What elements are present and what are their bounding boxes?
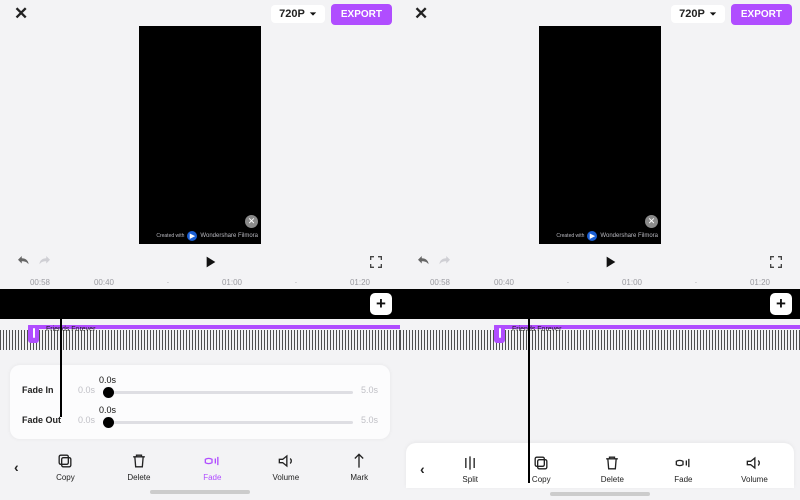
back-icon[interactable]: ‹ [412, 461, 433, 477]
playhead[interactable] [60, 313, 62, 417]
home-indicator [550, 492, 650, 496]
watermark-close-icon[interactable]: ✕ [245, 215, 258, 228]
fade-out-slider[interactable] [103, 417, 353, 427]
volume-button[interactable]: Volume [721, 453, 788, 484]
watermark: Created with▶Wondershare Filmora [156, 231, 258, 241]
header: ✕ 720P EXPORT [400, 0, 800, 28]
resolution-dropdown[interactable]: 720P [671, 5, 725, 23]
chevron-down-icon [709, 10, 717, 18]
transport-bar [400, 244, 800, 274]
resolution-dropdown[interactable]: 720P [271, 5, 325, 23]
fade-out-value: 0.0s [99, 405, 116, 415]
audio-track[interactable]: Friends Forever [400, 325, 800, 351]
copy-button[interactable]: Copy [31, 451, 100, 482]
timeline-ruler: 00:5800:40·01:00·01:20 [400, 274, 800, 289]
chevron-down-icon [309, 10, 317, 18]
fade-min: 0.0s [78, 415, 95, 427]
play-button[interactable] [454, 254, 766, 270]
fullscreen-icon[interactable] [766, 254, 786, 270]
undo-icon[interactable] [414, 253, 434, 271]
fade-max: 5.0s [361, 385, 378, 397]
close-icon[interactable]: ✕ [8, 2, 34, 26]
copy-button[interactable]: Copy [508, 453, 575, 484]
audio-waveform [400, 330, 800, 350]
fade-button[interactable]: Fade [650, 453, 717, 484]
fade-out-label: Fade Out [22, 415, 70, 427]
clip-start-handle[interactable] [494, 325, 505, 343]
fade-in-slider[interactable] [103, 387, 353, 397]
mark-button[interactable]: Mark [325, 451, 394, 482]
audio-clip-title: Friends Forever [510, 325, 563, 334]
left-screenshot: ✕ 720P EXPORT ✕ Created with▶Wondershare… [0, 0, 400, 500]
export-button[interactable]: EXPORT [331, 4, 392, 25]
split-button[interactable]: Split [437, 453, 504, 484]
video-track[interactable]: + [400, 289, 800, 319]
timeline[interactable]: + Friends Forever [0, 289, 400, 351]
watermark-close-icon[interactable]: ✕ [645, 215, 658, 228]
close-icon[interactable]: ✕ [408, 2, 434, 26]
play-button[interactable] [54, 254, 366, 270]
fullscreen-icon[interactable] [366, 254, 386, 270]
fade-button[interactable]: Fade [178, 451, 247, 482]
redo-icon[interactable] [434, 253, 454, 271]
undo-icon[interactable] [14, 253, 34, 271]
volume-button[interactable]: Volume [251, 451, 320, 482]
fade-min: 0.0s [78, 385, 95, 397]
video-preview[interactable]: ✕ Created with▶Wondershare Filmora [539, 26, 661, 244]
timeline-ruler: 00:5800:40·01:00·01:20 [0, 274, 400, 289]
home-indicator [150, 490, 250, 494]
watermark: Created with▶Wondershare Filmora [556, 231, 658, 241]
playhead[interactable] [528, 313, 530, 483]
header: ✕ 720P EXPORT [0, 0, 400, 28]
back-icon[interactable]: ‹ [6, 459, 27, 475]
bottom-toolbar: ‹ Copy Delete Fade Volume Mark [0, 445, 400, 486]
right-screenshot: ✕ 720P EXPORT ✕ Created with▶Wondershare… [400, 0, 800, 500]
resolution-label: 720P [279, 8, 305, 20]
bottom-toolbar: ‹ Split Copy Delete Fade Volume [406, 443, 794, 488]
resolution-label: 720P [679, 8, 705, 20]
delete-button[interactable]: Delete [579, 453, 646, 484]
video-preview[interactable]: ✕ Created with▶Wondershare Filmora [139, 26, 261, 244]
fade-in-label: Fade In [22, 385, 70, 397]
fade-in-value: 0.0s [99, 375, 116, 385]
redo-icon[interactable] [34, 253, 54, 271]
clip-start-handle[interactable] [28, 325, 39, 343]
timeline[interactable]: + Friends Forever [400, 289, 800, 351]
audio-clip-title: Friends Forever [44, 325, 97, 334]
delete-button[interactable]: Delete [104, 451, 173, 482]
export-button[interactable]: EXPORT [731, 4, 792, 25]
fade-panel: Fade In 0.0s 0.0s 5.0s Fade Out 0.0s 0.0… [10, 365, 390, 439]
fade-max: 5.0s [361, 415, 378, 427]
add-clip-button[interactable]: + [370, 293, 392, 315]
add-clip-button[interactable]: + [770, 293, 792, 315]
transport-bar [0, 244, 400, 274]
